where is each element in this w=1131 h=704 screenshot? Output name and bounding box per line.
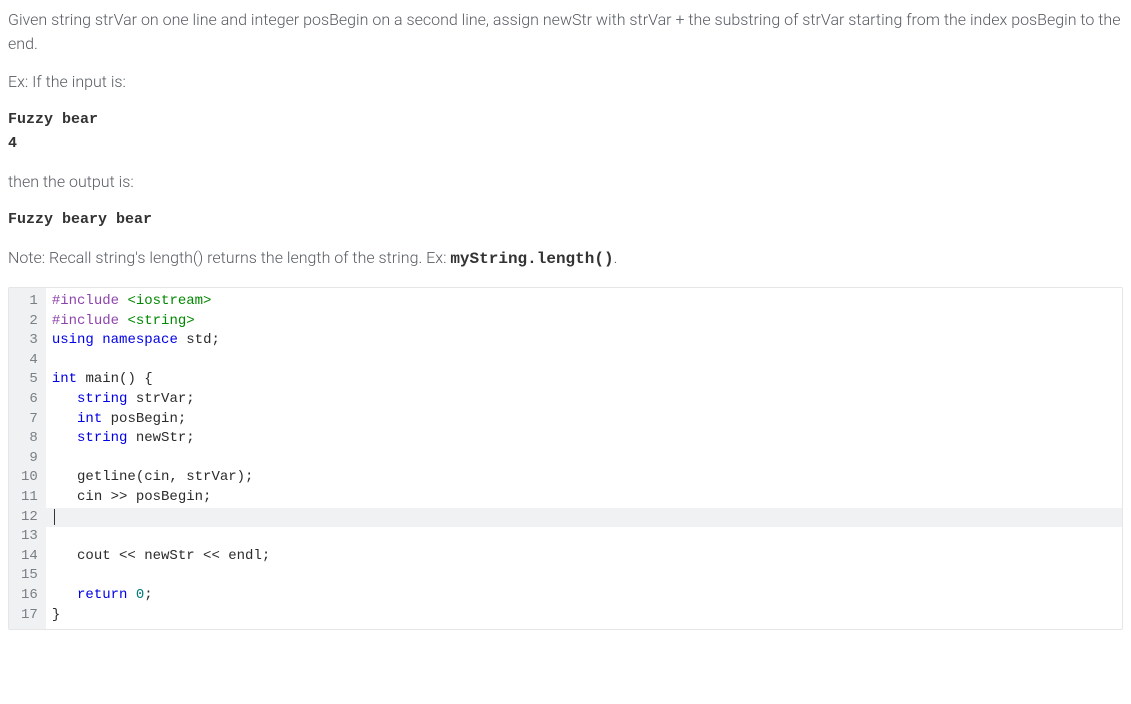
code-line[interactable]: using namespace std; <box>46 331 1122 351</box>
code-line[interactable]: } <box>46 606 1122 626</box>
code-token: 0 <box>136 587 144 603</box>
note-suffix: . <box>614 248 618 267</box>
code-token <box>52 430 77 446</box>
code-line[interactable]: int main() { <box>46 370 1122 390</box>
line-number: 5 <box>21 370 38 390</box>
example-input-line1: Fuzzy bear <box>8 108 1123 132</box>
code-token: getline(cin, strVar); <box>52 469 254 485</box>
problem-statement: Given string strVar on one line and inte… <box>8 8 1123 56</box>
code-line[interactable]: return 0; <box>46 586 1122 606</box>
code-token: namespace <box>102 332 178 348</box>
example-input-block: Fuzzy bear 4 <box>8 108 1123 156</box>
code-token: main <box>85 371 119 387</box>
code-content[interactable]: #include <iostream>#include <string>usin… <box>46 288 1122 629</box>
line-number: 2 <box>21 312 38 332</box>
code-line[interactable]: string strVar; <box>46 390 1122 410</box>
code-token: using <box>52 332 94 348</box>
line-number: 14 <box>21 547 38 567</box>
code-token: #include <box>52 293 128 309</box>
example-intro: Ex: If the input is: <box>8 70 1123 94</box>
code-token: cout << newStr << endl; <box>52 548 270 564</box>
code-token: int <box>52 371 77 387</box>
note-code: myString.length() <box>450 250 613 268</box>
line-number: 1 <box>21 292 38 312</box>
code-token <box>127 587 135 603</box>
code-token <box>178 332 186 348</box>
code-token <box>52 587 77 603</box>
code-token: <iostream> <box>127 293 211 309</box>
line-number: 16 <box>21 586 38 606</box>
line-number: 10 <box>21 468 38 488</box>
code-line[interactable] <box>46 449 1122 469</box>
code-line[interactable] <box>46 351 1122 371</box>
code-line[interactable]: #include <string> <box>46 312 1122 332</box>
line-number: 3 <box>21 331 38 351</box>
code-token <box>52 391 77 407</box>
line-number: 13 <box>21 527 38 547</box>
code-token: } <box>52 607 60 623</box>
code-token: ; <box>144 587 152 603</box>
line-number: 17 <box>21 606 38 626</box>
example-output-block: Fuzzy beary bear <box>8 208 1123 232</box>
code-line[interactable]: getline(cin, strVar); <box>46 468 1122 488</box>
note-prefix: Note: Recall string's length() returns t… <box>8 248 450 267</box>
code-token: string <box>77 430 127 446</box>
code-token: int <box>77 411 102 427</box>
line-number: 8 <box>21 429 38 449</box>
code-line[interactable]: string newStr; <box>46 429 1122 449</box>
code-token <box>52 411 77 427</box>
code-token: newStr; <box>127 430 194 446</box>
code-line[interactable] <box>46 508 1122 528</box>
code-token: strVar; <box>127 391 194 407</box>
line-number: 9 <box>21 449 38 469</box>
code-token: #include <box>52 313 128 329</box>
code-token: std <box>186 332 211 348</box>
problem-description: Given string strVar on one line and inte… <box>8 8 1123 271</box>
line-number: 6 <box>21 390 38 410</box>
code-token <box>94 332 102 348</box>
code-line[interactable]: int posBegin; <box>46 410 1122 430</box>
code-token: cin >> posBegin; <box>52 489 212 505</box>
note: Note: Recall string's length() returns t… <box>8 246 1123 271</box>
code-token: posBegin; <box>102 411 186 427</box>
line-number: 12 <box>21 508 38 528</box>
code-line[interactable] <box>46 527 1122 547</box>
code-line[interactable]: cin >> posBegin; <box>46 488 1122 508</box>
code-line[interactable] <box>46 566 1122 586</box>
line-number-gutter: 1234567891011121314151617 <box>9 288 46 629</box>
code-line[interactable]: #include <iostream> <box>46 292 1122 312</box>
line-number: 7 <box>21 410 38 430</box>
code-token: () { <box>119 371 153 387</box>
example-input-line2: 4 <box>8 132 1123 156</box>
code-editor[interactable]: 1234567891011121314151617 #include <iost… <box>8 287 1123 630</box>
output-intro: then the output is: <box>8 170 1123 194</box>
example-output: Fuzzy beary bear <box>8 208 1123 232</box>
code-line[interactable]: cout << newStr << endl; <box>46 547 1122 567</box>
code-token: <string> <box>127 313 194 329</box>
code-token: return <box>77 587 127 603</box>
line-number: 15 <box>21 566 38 586</box>
line-number: 11 <box>21 488 38 508</box>
line-number: 4 <box>21 351 38 371</box>
text-cursor <box>54 509 55 525</box>
code-token: ; <box>211 332 219 348</box>
code-token: string <box>77 391 127 407</box>
